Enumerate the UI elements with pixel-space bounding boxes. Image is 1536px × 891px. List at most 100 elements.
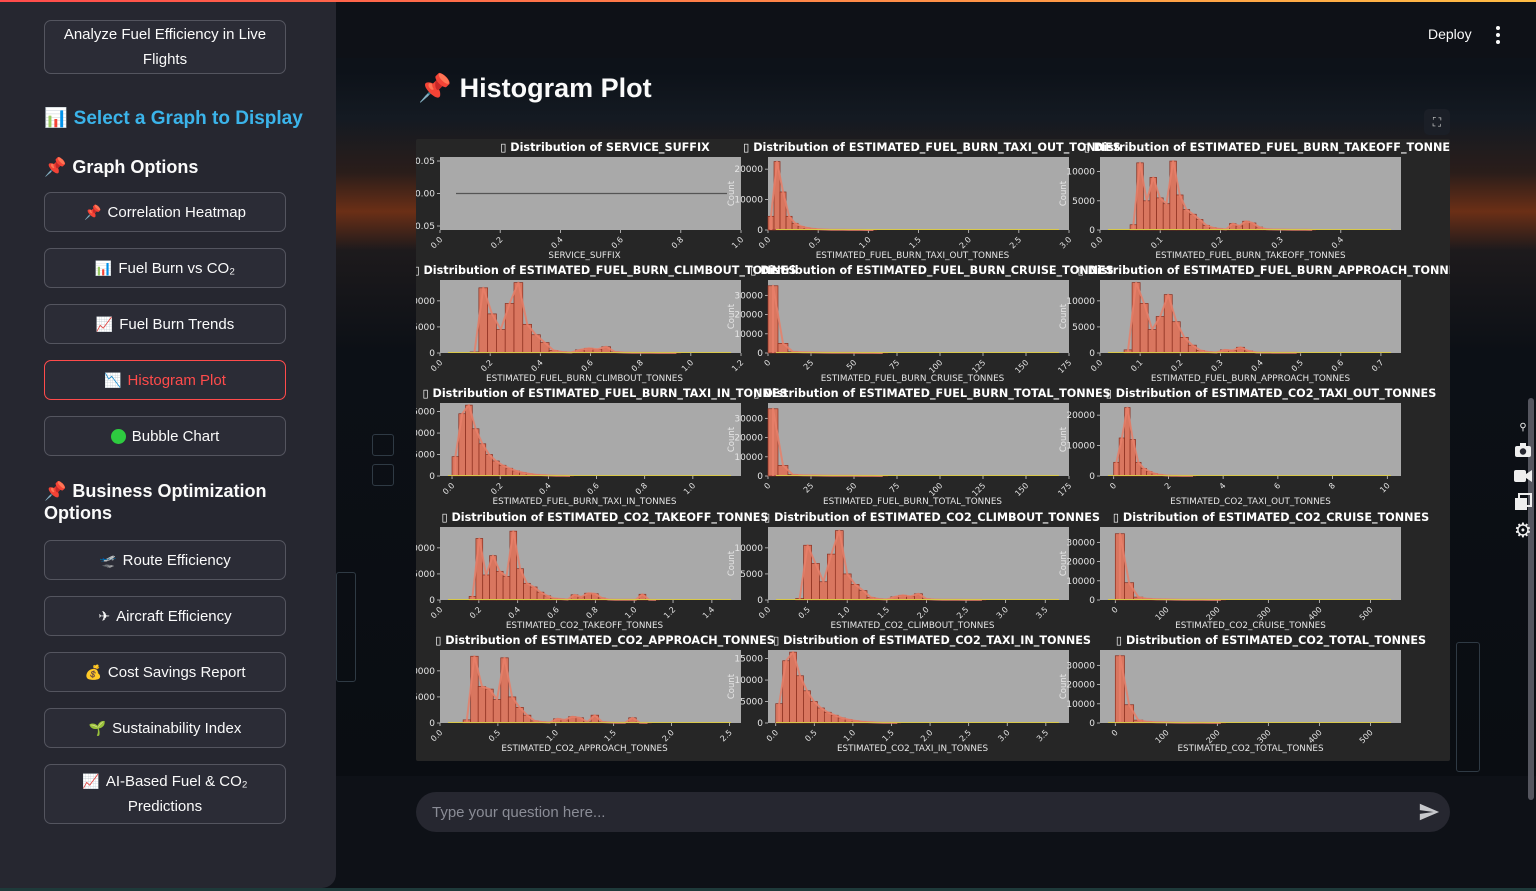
- histogram-bar: [492, 699, 502, 724]
- x-tick-label: 0.5: [803, 728, 818, 743]
- y-axis-label: Count: [1059, 426, 1069, 452]
- x-tick-label: 1.0: [842, 728, 857, 743]
- trend-up-icon: 📈: [95, 315, 114, 332]
- x-tick-label: 2.0: [958, 235, 973, 250]
- fuel-burn-trends-button[interactable]: 📈 Fuel Burn Trends: [44, 304, 286, 344]
- video-camera-icon[interactable]: [1511, 464, 1535, 488]
- subplot-title: ▯ Distribution of ESTIMATED_FUEL_BURN_TA…: [422, 387, 787, 400]
- x-tick-label: 1.0: [730, 235, 745, 250]
- floating-toolbar: ⚲ ⚙: [1511, 420, 1535, 544]
- button-label: 📈 AI-Based Fuel & CO₂ Predictions: [55, 769, 275, 819]
- y-tick-label: 5000: [1072, 323, 1095, 333]
- x-tick-label: 175: [1056, 358, 1073, 375]
- x-tick-label: 2.5: [955, 605, 970, 620]
- x-axis-label: ESTIMATED_FUEL_BURN_APPROACH_TONNES: [1151, 374, 1351, 384]
- y-tick-label: 10000: [416, 544, 435, 554]
- green-circle-icon: [110, 428, 126, 444]
- x-axis-label: ESTIMATED_FUEL_BURN_CRUISE_TONNES: [821, 374, 1005, 384]
- subplot-title: ▯ Distribution of ESTIMATED_CO2_TOTAL_TO…: [1116, 634, 1426, 647]
- x-tick-label: 1.0: [682, 481, 697, 496]
- subplot-title: ▯ Distribution of ESTIMATED_CO2_TAKEOFF_…: [441, 511, 768, 524]
- business-options-heading-text: Business Optimization Options: [44, 481, 267, 523]
- sustainability-index-button[interactable]: 🌱 Sustainability Index: [44, 708, 286, 748]
- x-tick-label: 2: [1163, 481, 1173, 491]
- x-tick-label: 0.2: [489, 481, 504, 496]
- x-tick-label: 1.0: [680, 358, 695, 373]
- correlation-heatmap-button[interactable]: 📌 Correlation Heatmap: [44, 192, 286, 232]
- subplot-title: ▯ Distribution of ESTIMATED_CO2_CRUISE_T…: [1113, 511, 1429, 524]
- route-efficiency-button[interactable]: 🛫 Route Efficiency: [44, 540, 286, 580]
- graph-options-heading: 📌 Graph Options: [44, 156, 198, 178]
- select-graph-heading: 📊 Select a Graph to Display: [44, 108, 303, 130]
- pushpin-icon: 📌: [418, 73, 452, 103]
- bubble-chart-button[interactable]: Bubble Chart: [44, 416, 286, 456]
- copy-icon[interactable]: [1511, 490, 1535, 514]
- y-axis-label: Count: [1059, 303, 1069, 329]
- send-icon[interactable]: [1418, 801, 1440, 823]
- x-tick-label: 0.6: [546, 605, 561, 620]
- ai-predictions-button[interactable]: 📈 AI-Based Fuel & CO₂ Predictions: [44, 764, 286, 824]
- fullscreen-icon[interactable]: ⛶: [1424, 109, 1450, 135]
- x-tick-label: 300: [1256, 728, 1273, 745]
- deploy-button[interactable]: Deploy: [1416, 22, 1484, 46]
- x-axis-label: ESTIMATED_CO2_TOTAL_TONNES: [1177, 744, 1324, 754]
- histogram-plot-button[interactable]: 📉 Histogram Plot: [44, 360, 286, 400]
- y-tick-label: 30000: [1066, 661, 1095, 671]
- y-tick-label: 30000: [734, 414, 763, 424]
- x-tick-label: 25: [802, 358, 816, 372]
- y-tick-label: 15000: [734, 655, 763, 665]
- x-tick-label: 125: [970, 481, 987, 498]
- x-tick-label: 0.4: [529, 358, 544, 373]
- y-axis-label: Count: [727, 673, 737, 699]
- ai-predictions-label: AI-Based Fuel & CO₂ Predictions: [105, 773, 248, 815]
- link-icon[interactable]: ⚲: [1511, 420, 1535, 434]
- chat-input[interactable]: [432, 792, 1392, 832]
- x-tick-label: 2.0: [915, 605, 930, 620]
- histogram-bar: [777, 343, 789, 354]
- y-tick-label: 0: [429, 719, 435, 729]
- y-tick-label: 10000: [1066, 297, 1095, 307]
- subplot-title: ▯ Distribution of ESTIMATED_FUEL_BURN_TA…: [1084, 141, 1450, 154]
- x-tick-label: 175: [1056, 481, 1073, 498]
- aircraft-efficiency-button[interactable]: ✈ Aircraft Efficiency: [44, 596, 286, 636]
- y-tick-label: 10000: [1066, 577, 1095, 587]
- histogram-bar: [496, 329, 506, 354]
- y-tick-label: 0: [429, 596, 435, 606]
- x-tick-label: 0.8: [670, 235, 685, 250]
- histogram-bar: [502, 576, 511, 601]
- camera-icon[interactable]: [1511, 438, 1535, 462]
- y-tick-label: 20000: [734, 311, 763, 321]
- x-tick-label: 500: [1358, 605, 1375, 622]
- x-tick-label: 150: [1013, 358, 1030, 375]
- x-tick-label: 0: [1110, 605, 1120, 615]
- fuel-burn-vs-co2-button[interactable]: 📊 Fuel Burn vs CO₂: [44, 248, 286, 288]
- x-tick-label: 0.6: [580, 358, 595, 373]
- x-tick-label: 2.0: [919, 728, 934, 743]
- cost-savings-report-button[interactable]: 💰 Cost Savings Report: [44, 652, 286, 692]
- main-menu-icon[interactable]: [1492, 24, 1504, 46]
- y-tick-label: 20000: [1066, 681, 1095, 691]
- x-tick-label: 100: [1154, 605, 1171, 622]
- background-cockpit-panel: [372, 434, 394, 456]
- subplot-background: [768, 403, 1069, 476]
- x-tick-label: 0.1: [1129, 358, 1144, 373]
- subplot-background: [1100, 403, 1401, 476]
- x-tick-label: 1.0: [857, 235, 872, 250]
- x-axis-label: ESTIMATED_CO2_TAXI_OUT_TONNES: [1170, 497, 1331, 507]
- analyze-live-flights-button[interactable]: Analyze Fuel Efficiency in Live Flights: [44, 20, 286, 74]
- x-tick-label: 0.5: [797, 605, 812, 620]
- graph-options-heading-text: Graph Options: [72, 157, 199, 177]
- gear-icon[interactable]: ⚙: [1511, 518, 1535, 542]
- x-tick-label: 0: [1110, 728, 1120, 738]
- histogram-bar: [1182, 209, 1191, 231]
- histogram-bar: [1124, 582, 1135, 601]
- x-tick-label: 0.4: [537, 481, 552, 496]
- x-tick-label: 3.5: [1034, 605, 1049, 620]
- y-tick-label: 0.00: [416, 190, 435, 200]
- x-tick-label: 0.2: [1169, 358, 1184, 373]
- y-axis-label: Count: [1059, 550, 1069, 576]
- x-tick-label: 3.0: [1058, 235, 1073, 250]
- x-axis-label: ESTIMATED_CO2_TAKEOFF_TONNES: [506, 621, 664, 631]
- x-axis-label: ESTIMATED_FUEL_BURN_TAXI_IN_TONNES: [493, 497, 677, 507]
- x-tick-label: 0.2: [1209, 235, 1224, 250]
